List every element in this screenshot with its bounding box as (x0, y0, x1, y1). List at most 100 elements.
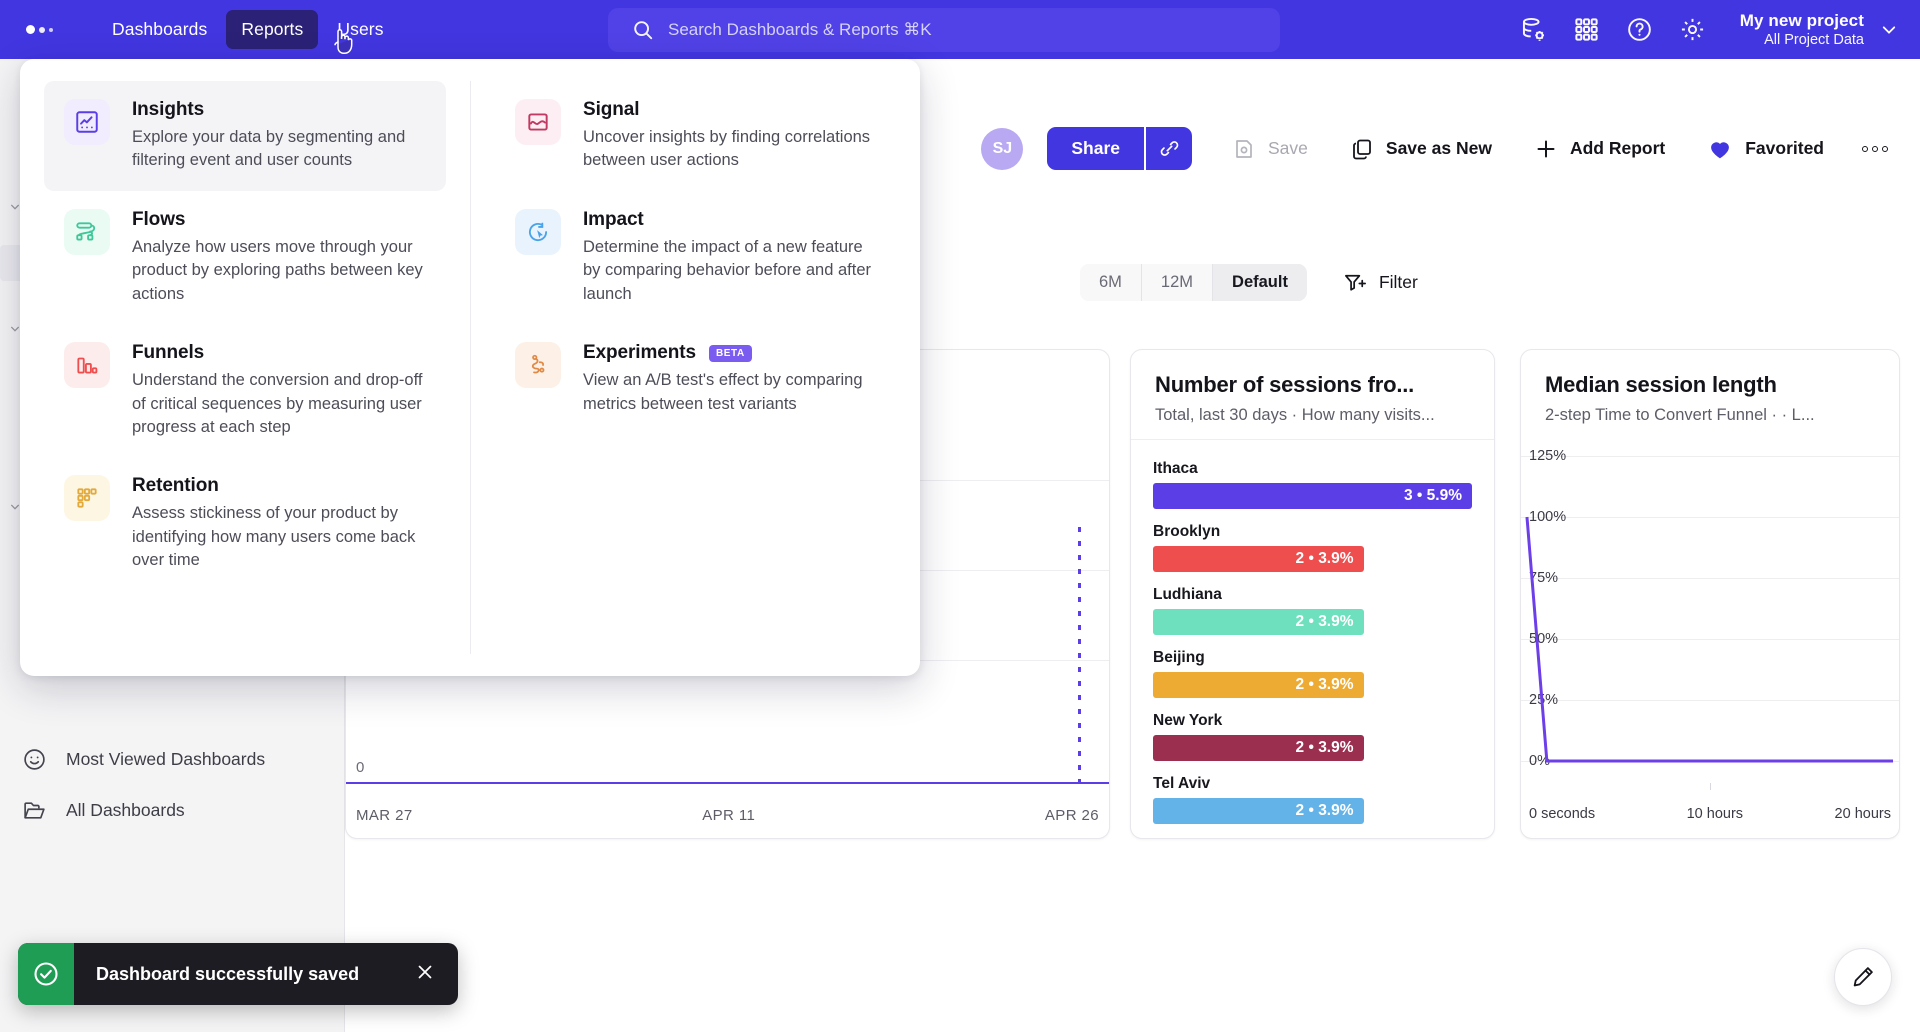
menu-item-retention[interactable]: Retention Assess stickiness of your prod… (44, 457, 446, 590)
copy-link-button[interactable] (1144, 127, 1192, 170)
sidebar-collapse-chevron-2[interactable] (10, 321, 20, 332)
y-axis-tick-0: 0 (356, 759, 365, 776)
menu-item-impact[interactable]: Impact Determine the impact of a new fea… (495, 191, 896, 324)
bar-category: Ithaca (1153, 460, 1198, 477)
bar-value-label: 2 • 3.9% (1295, 739, 1354, 756)
avatar[interactable]: SJ (981, 127, 1024, 170)
menu-item-flows[interactable]: Flows Analyze how users move through you… (44, 191, 446, 324)
add-report-button[interactable]: Add Report (1520, 129, 1679, 169)
toast-close-button[interactable] (414, 961, 436, 988)
chart-card-median-session-length[interactable]: Median session length 2-step Time to Con… (1520, 349, 1900, 839)
folder-icon (24, 802, 45, 819)
experiments-flask-icon (515, 342, 561, 389)
funnel-line-plot: 125% 100% 75% 50% 25% 0% (1521, 448, 1899, 786)
funnels-bars-icon (64, 342, 110, 389)
menu-item-description: View an A/B test's effect by comparing m… (583, 371, 863, 413)
bar-track: 3 • 5.9% (1153, 483, 1472, 509)
save-label: Save (1268, 138, 1308, 158)
search-placeholder: Search Dashboards & Reports ⌘K (668, 20, 932, 39)
impact-target-icon (515, 208, 561, 255)
chart-card-sessions[interactable]: Number of sessions fro... Total, last 30… (1130, 349, 1495, 839)
sidebar-collapse-chevron-1[interactable] (10, 199, 20, 210)
heart-icon (1711, 141, 1730, 158)
sidebar-item-all-dashboards[interactable]: All Dashboards (0, 785, 345, 836)
edit-fab-button[interactable] (1834, 948, 1892, 1006)
beta-badge: BETA (708, 344, 752, 362)
global-search-input[interactable]: Search Dashboards & Reports ⌘K (608, 8, 1280, 52)
horizontal-bar-list: Ithaca 3 • 5.9% Brooklyn 2 • 3.9% Ludhia… (1131, 439, 1494, 838)
bar-item[interactable]: Beijing 2 • 3.9% (1153, 649, 1472, 698)
menu-item-title: Insights (132, 99, 205, 120)
sidebar-item-most-viewed-dashboards[interactable]: Most Viewed Dashboards (0, 734, 345, 785)
gear-icon[interactable] (1679, 16, 1706, 43)
x-tick-apr-26: APR 26 (1044, 807, 1099, 824)
card-title: Median session length (1545, 372, 1777, 397)
database-settings-icon[interactable] (1520, 16, 1547, 43)
bar-category: Beijing (1153, 649, 1205, 666)
bar-value-label: 2 • 3.9% (1295, 676, 1354, 693)
menu-item-description: Uncover insights by finding correlations… (583, 128, 871, 170)
nav-reports[interactable]: Reports (226, 10, 319, 49)
favorited-button[interactable]: Favorited (1693, 128, 1838, 170)
bar-item[interactable]: Tel Aviv 2 • 3.9% (1153, 775, 1472, 824)
share-button-group[interactable]: Share (1047, 127, 1192, 170)
more-options-button[interactable] (1852, 136, 1898, 162)
plus-icon (1537, 140, 1555, 157)
project-switcher[interactable]: My new project All Project Data (1740, 10, 1898, 49)
save-as-new-button[interactable]: Save as New (1336, 129, 1506, 169)
sidebar-collapse-chevron-3[interactable] (10, 499, 20, 510)
app-logo-icon[interactable] (26, 25, 53, 34)
bar-track: 2 • 3.9% (1153, 546, 1364, 572)
bar-value-label: 2 • 3.9% (1295, 613, 1354, 630)
date-range-bar: 6M 12M Default Filter (1080, 264, 1418, 301)
menu-item-signal[interactable]: Signal Uncover insights by finding corre… (495, 81, 896, 191)
top-navigation-bar: Dashboards Reports Users Search Dashboar… (0, 0, 1920, 59)
x-axis-tick-labels: MAR 27 APR 11 APR 26 (346, 807, 1109, 824)
menu-item-title: Funnels (132, 342, 205, 364)
copy-icon (1352, 139, 1371, 159)
chevron-down-icon (1882, 25, 1896, 34)
card-header: Median session length 2-step Time to Con… (1521, 350, 1899, 439)
add-report-label: Add Report (1569, 138, 1666, 158)
menu-item-title: Flows (132, 208, 186, 230)
x-tick-20-hours: 20 hours (1834, 806, 1891, 822)
bar-track: 2 • 3.9% (1153, 735, 1364, 761)
bar-item[interactable]: Ludhiana 2 • 3.9% (1153, 586, 1472, 635)
bar-category: Tel Aviv (1153, 775, 1211, 792)
share-button[interactable]: Share (1047, 127, 1144, 170)
range-option-6m[interactable]: 6M (1080, 264, 1141, 301)
report-toolbar: SJ Share Save Save as New Add Report Fav… (981, 127, 1898, 170)
card-title: Number of sessions fro... (1155, 372, 1415, 397)
range-option-default[interactable]: Default (1212, 264, 1307, 301)
bar-item[interactable]: New York 2 • 3.9% (1153, 712, 1472, 761)
menu-item-experiments[interactable]: Experiments BETA View an A/B test's effe… (495, 324, 896, 434)
nav-users[interactable]: Users (322, 10, 398, 49)
range-option-12m[interactable]: 12M (1140, 264, 1213, 301)
bar-value-label: 2 • 3.9% (1295, 550, 1354, 567)
apps-grid-icon[interactable] (1573, 16, 1600, 43)
bar-track: 2 • 3.9% (1153, 609, 1364, 635)
mega-menu-right-column: Signal Uncover insights by finding corre… (470, 81, 920, 654)
save-as-new-label: Save as New (1385, 138, 1492, 158)
filter-button[interactable]: Filter (1343, 270, 1418, 295)
menu-item-funnels[interactable]: Funnels Understand the conversion and dr… (44, 324, 446, 457)
menu-item-title: Impact (583, 208, 644, 230)
link-icon (1160, 141, 1178, 156)
bar-item[interactable]: Brooklyn 2 • 3.9% (1153, 523, 1472, 572)
help-circle-icon[interactable] (1626, 16, 1653, 43)
nav-dashboards[interactable]: Dashboards (97, 10, 222, 49)
menu-item-description: Explore your data by segmenting and filt… (132, 128, 406, 170)
bar-value-label: 2 • 3.9% (1295, 802, 1354, 819)
favorited-label: Favorited (1745, 138, 1824, 158)
project-scope: All Project Data (1764, 32, 1864, 49)
bar-category: Ludhiana (1153, 586, 1222, 603)
primary-nav: Dashboards Reports Users (97, 10, 399, 49)
bar-item[interactable]: Ithaca 3 • 5.9% (1153, 460, 1472, 509)
menu-item-title: Experiments (583, 342, 696, 364)
insights-chart-icon (64, 99, 110, 145)
menu-item-insights[interactable]: Insights Explore your data by segmenting… (44, 81, 446, 191)
toast-notification: Dashboard successfully saved (18, 943, 458, 1005)
save-button[interactable]: Save (1218, 129, 1322, 169)
menu-item-description: Analyze how users move through your prod… (132, 237, 423, 303)
search-icon (634, 21, 653, 40)
